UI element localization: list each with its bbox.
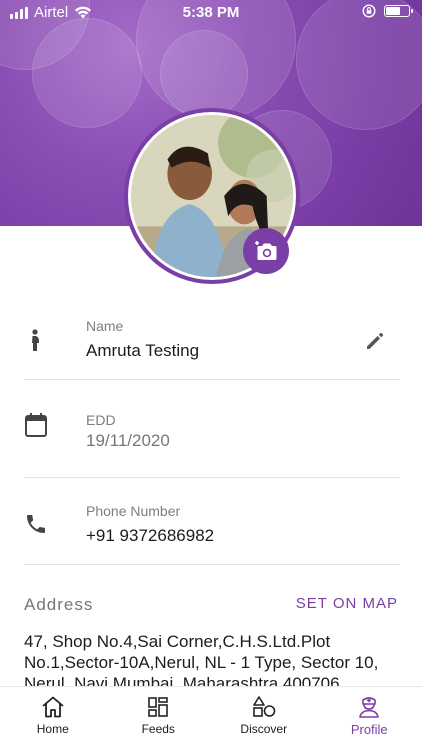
battery-icon <box>384 5 413 17</box>
tab-feeds[interactable]: Feeds <box>106 687 212 750</box>
edd-label: EDD <box>86 412 116 428</box>
edit-icon[interactable] <box>364 330 386 352</box>
tab-home[interactable]: Home <box>0 687 106 750</box>
status-time: 5:38 PM <box>182 4 240 21</box>
tab-profile[interactable]: Profile <box>317 687 422 750</box>
home-icon <box>42 696 64 718</box>
tab-discover-label: Discover <box>240 722 288 736</box>
bottom-tab-bar: Home Feeds Discover Profile <box>0 686 422 750</box>
calendar-icon <box>25 413 47 437</box>
tab-home-label: Home <box>36 722 69 736</box>
name-label: Name <box>86 318 124 334</box>
tab-discover[interactable]: Discover <box>211 687 317 750</box>
pregnant-person-icon <box>32 329 39 351</box>
phone-icon <box>27 515 45 533</box>
address-title: Address <box>24 595 94 614</box>
edd-field: EDD 19/11/2020 <box>24 404 400 474</box>
change-photo-button[interactable] <box>243 228 289 274</box>
profile-icon <box>359 697 380 718</box>
name-value: Amruta Testing <box>86 341 200 360</box>
name-field: Name Amruta Testing <box>24 310 400 380</box>
divider <box>24 379 400 380</box>
phone-field: Phone Number +91 9372686982 <box>24 494 400 564</box>
orientation-lock-icon <box>362 4 376 18</box>
discover-icon <box>252 696 276 717</box>
set-on-map-button[interactable]: SET ON MAP <box>296 595 398 612</box>
header-decoration <box>160 30 248 118</box>
divider <box>24 564 400 565</box>
camera-add-icon <box>255 241 277 260</box>
feeds-icon <box>148 697 169 717</box>
status-bar: Airtel 5:38 PM <box>0 0 422 26</box>
phone-label: Phone Number <box>86 503 181 519</box>
tab-profile-label: Profile <box>350 722 388 737</box>
phone-value: +91 9372686982 <box>86 526 215 545</box>
edd-value: 19/11/2020 <box>86 431 170 450</box>
tab-feeds-label: Feeds <box>141 722 175 736</box>
divider <box>24 477 400 478</box>
address-text: 47, Shop No.4,Sai Corner,C.H.S.Ltd.Plot … <box>24 632 379 687</box>
